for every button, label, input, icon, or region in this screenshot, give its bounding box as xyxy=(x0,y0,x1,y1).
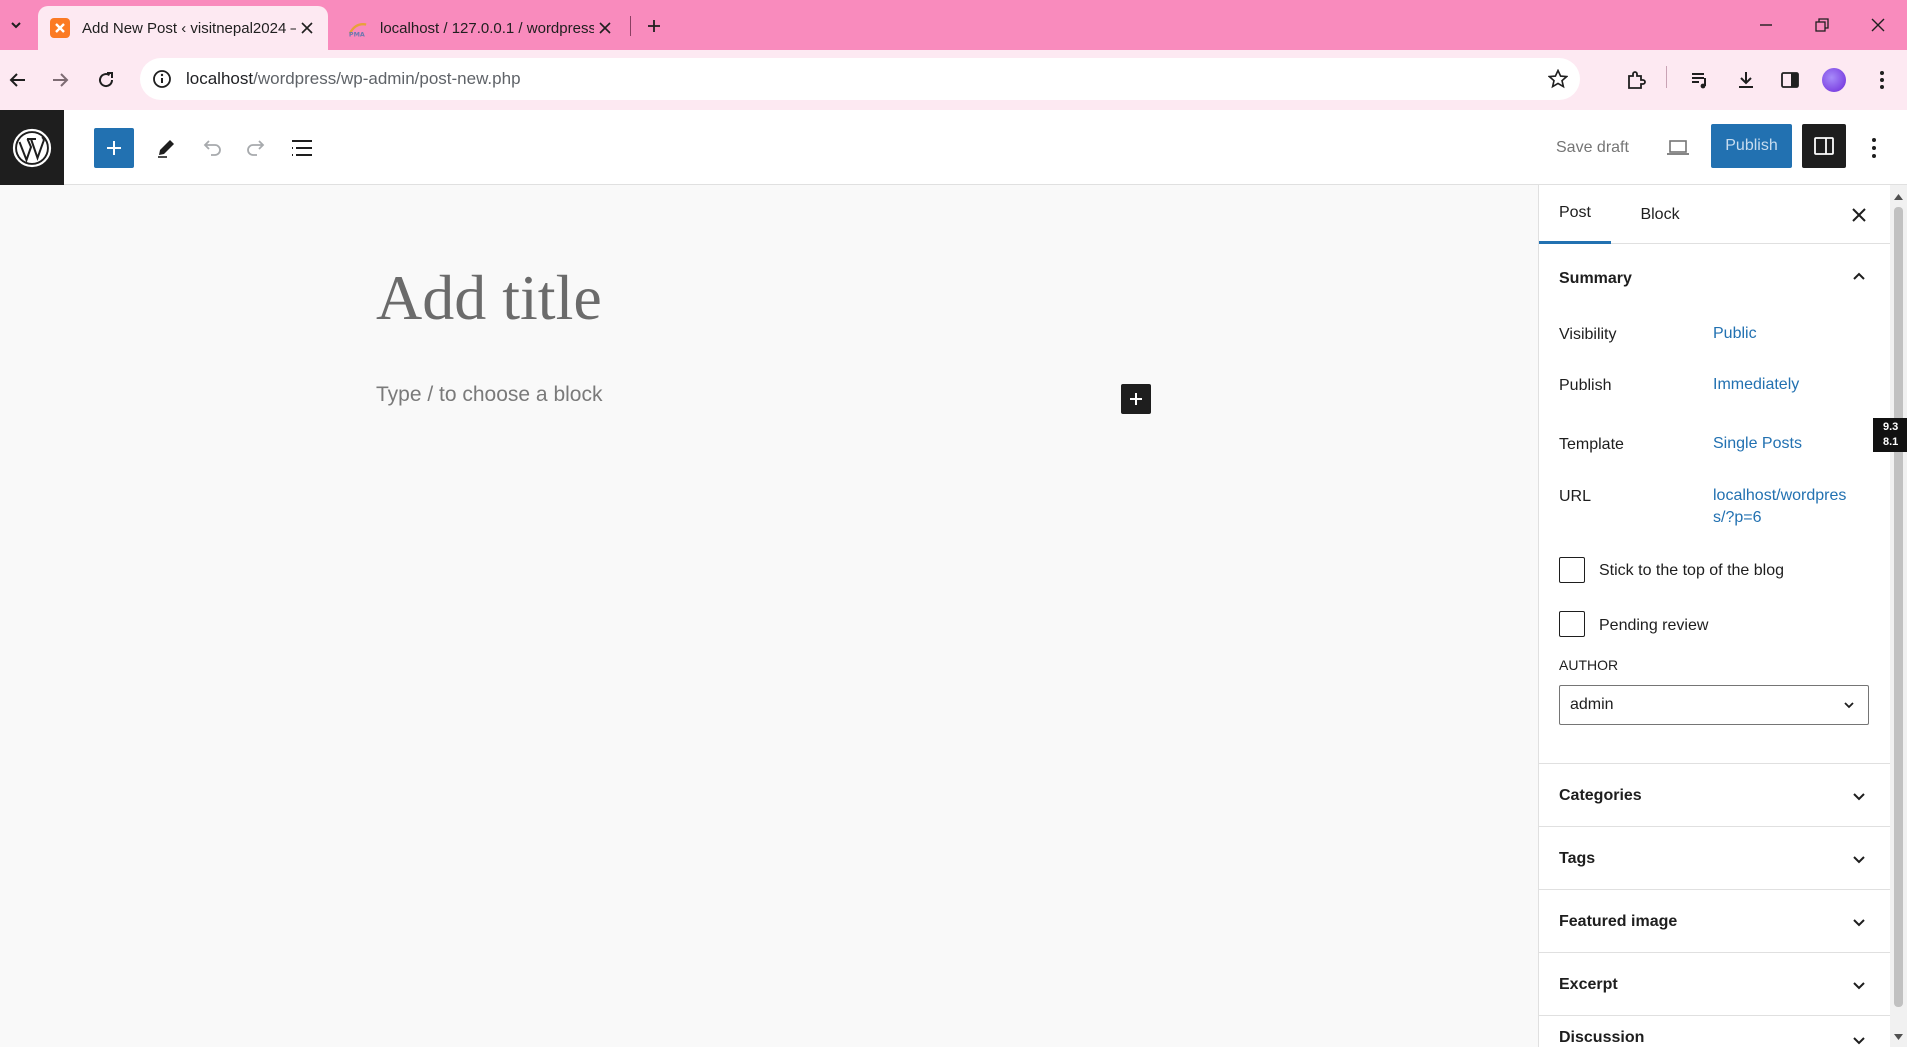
toolbar-separator xyxy=(1666,66,1667,88)
publish-date-link[interactable]: Immediately xyxy=(1713,374,1799,396)
options-kebab-icon[interactable] xyxy=(1856,128,1892,168)
settings-sidebar-toggle-icon[interactable] xyxy=(1802,124,1846,168)
panel-featured-image[interactable]: Featured image xyxy=(1539,889,1890,952)
chevron-down-icon xyxy=(1843,969,1875,1001)
bookmark-star-icon[interactable] xyxy=(1546,67,1570,91)
tab-add-new-post[interactable]: Add New Post ‹ visitnepal2024 — xyxy=(38,6,328,50)
chevron-down-icon xyxy=(1843,906,1875,938)
back-arrow-icon[interactable] xyxy=(2,64,34,96)
editor-header: Save draft Publish xyxy=(0,110,1907,185)
undo-icon[interactable] xyxy=(192,128,232,168)
overlay-line1: 9.3 xyxy=(1883,421,1899,433)
close-sidebar-icon[interactable] xyxy=(1843,199,1875,231)
side-panel-icon[interactable] xyxy=(1774,64,1806,96)
author-label: AUTHOR xyxy=(1559,657,1619,673)
overlay-line2: 8.1 xyxy=(1883,436,1899,448)
site-info-icon[interactable] xyxy=(150,67,174,91)
url-label: URL xyxy=(1559,488,1592,505)
panel-discussion[interactable]: Discussion xyxy=(1539,1015,1890,1047)
panel-title: Categories xyxy=(1559,786,1642,804)
publish-label: Publish xyxy=(1559,377,1612,394)
pending-review-label: Pending review xyxy=(1599,617,1709,634)
media-controls-icon[interactable] xyxy=(1684,64,1716,96)
forward-arrow-icon[interactable] xyxy=(44,64,76,96)
editor-canvas: Add title Type / to choose a block xyxy=(0,185,1538,1047)
url-host: localhost xyxy=(186,69,254,88)
url-link-line2: s/?p=6 xyxy=(1713,509,1762,526)
minimize-icon[interactable] xyxy=(1744,8,1788,42)
block-placeholder-paragraph[interactable]: Type / to choose a block xyxy=(376,383,602,407)
panel-title: Discussion xyxy=(1559,1028,1645,1046)
reload-icon[interactable] xyxy=(90,64,122,96)
new-tab-plus-icon[interactable] xyxy=(640,12,668,40)
close-window-icon[interactable] xyxy=(1856,8,1900,42)
chevron-down-icon xyxy=(1843,843,1875,875)
sticky-checkbox-label: Stick to the top of the blog xyxy=(1599,562,1785,579)
scroll-up-arrow-icon[interactable] xyxy=(1893,191,1904,202)
author-select[interactable]: admin xyxy=(1559,685,1869,725)
svg-text:PMA: PMA xyxy=(349,31,365,38)
scroll-down-arrow-icon[interactable] xyxy=(1893,1031,1904,1042)
settings-sidebar: Post Block Summary Visibility Public Pub… xyxy=(1538,185,1890,1047)
xampp-favicon-icon xyxy=(50,18,70,38)
publish-button[interactable]: Publish xyxy=(1711,124,1792,168)
browser-menu-kebab-icon[interactable] xyxy=(1866,64,1898,96)
phpmyadmin-favicon-icon: PMA xyxy=(348,18,368,38)
tab-phpmyadmin[interactable]: PMA localhost / 127.0.0.1 / wordpress xyxy=(336,6,626,50)
chevron-up-icon[interactable] xyxy=(1843,261,1875,293)
tab-post[interactable]: Post xyxy=(1539,185,1611,244)
address-bar[interactable]: localhost/wordpress/wp-admin/post-new.ph… xyxy=(140,58,1580,100)
chevron-down-icon xyxy=(1843,1024,1875,1047)
network-speed-overlay: 9.3 8.1 xyxy=(1873,418,1907,452)
sidebar-scrollbar[interactable] xyxy=(1890,185,1907,1047)
url-text: localhost/wordpress/wp-admin/post-new.ph… xyxy=(186,69,521,89)
chevron-down-icon xyxy=(1838,694,1860,716)
tab-title: Add New Post ‹ visitnepal2024 — xyxy=(82,19,296,37)
scrollbar-thumb[interactable] xyxy=(1894,207,1903,1007)
panel-title: Tags xyxy=(1559,849,1596,867)
url-link-line1: localhost/wordpres xyxy=(1713,487,1847,504)
tab-separator xyxy=(630,16,631,36)
sidebar-tabs: Post Block xyxy=(1539,185,1890,244)
browser-toolbar: localhost/wordpress/wp-admin/post-new.ph… xyxy=(0,50,1907,110)
document-overview-list-icon[interactable] xyxy=(282,128,322,168)
visibility-label: Visibility xyxy=(1559,326,1617,343)
save-draft-button[interactable]: Save draft xyxy=(1546,132,1639,164)
profile-avatar[interactable] xyxy=(1818,64,1850,96)
tab-close-icon[interactable] xyxy=(594,17,616,39)
url-path: /wordpress/wp-admin/post-new.php xyxy=(253,69,521,88)
tab-block[interactable]: Block xyxy=(1627,185,1693,244)
browser-tabstrip: Add New Post ‹ visitnepal2024 — PMA loca… xyxy=(0,0,1907,50)
tab-close-icon[interactable] xyxy=(296,17,318,39)
block-inserter-plus-icon[interactable] xyxy=(94,128,134,168)
redo-icon[interactable] xyxy=(236,128,276,168)
tools-pencil-icon[interactable] xyxy=(146,128,186,168)
panel-categories[interactable]: Categories xyxy=(1539,763,1890,826)
sticky-checkbox[interactable] xyxy=(1559,557,1585,583)
download-icon[interactable] xyxy=(1730,64,1762,96)
post-title-input[interactable]: Add title xyxy=(376,261,602,335)
add-block-plus-icon[interactable] xyxy=(1121,384,1151,414)
visibility-link[interactable]: Public xyxy=(1713,323,1757,345)
author-select-value: admin xyxy=(1570,696,1614,713)
template-link[interactable]: Single Posts xyxy=(1713,433,1802,455)
summary-panel-title[interactable]: Summary xyxy=(1559,267,1875,291)
panel-title: Featured image xyxy=(1559,912,1678,930)
template-label: Template xyxy=(1559,436,1624,453)
extensions-puzzle-icon[interactable] xyxy=(1620,64,1652,96)
preview-device-icon[interactable] xyxy=(1658,128,1698,168)
url-link[interactable]: localhost/wordpres s/?p=6 xyxy=(1713,485,1846,529)
tab-title: localhost / 127.0.0.1 / wordpress xyxy=(380,19,594,37)
pending-review-checkbox[interactable] xyxy=(1559,611,1585,637)
chevron-down-icon xyxy=(1843,780,1875,812)
wordpress-logo-icon[interactable] xyxy=(0,110,64,185)
tab-search-chevron-icon[interactable] xyxy=(2,12,30,38)
restore-icon[interactable] xyxy=(1800,8,1844,42)
panel-tags[interactable]: Tags xyxy=(1539,826,1890,889)
